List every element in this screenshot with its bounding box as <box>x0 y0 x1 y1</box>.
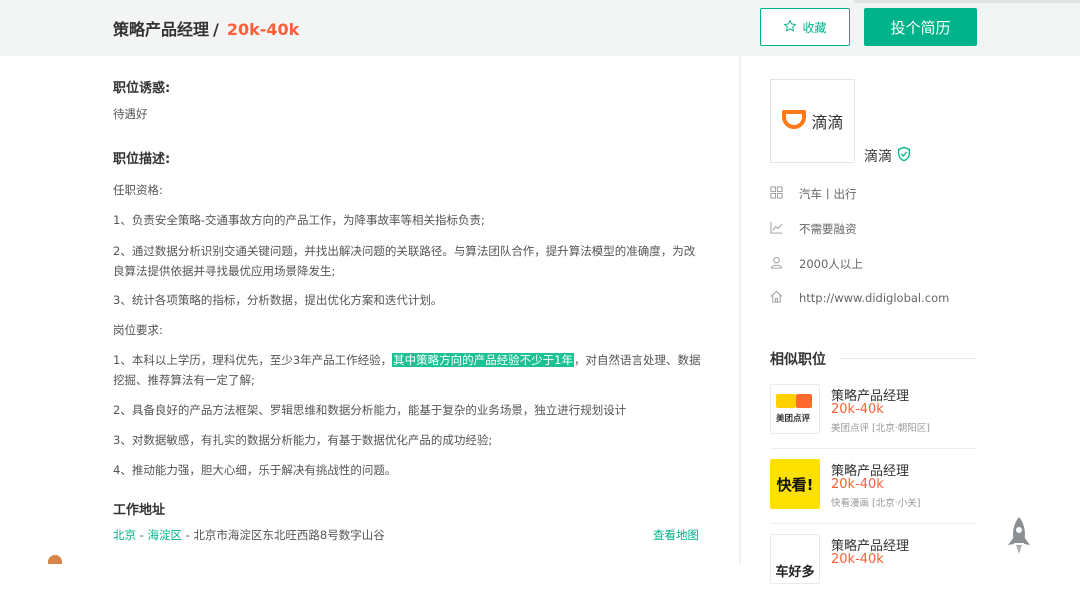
company-funding-row: 不需要融资 <box>770 221 857 237</box>
company-website-link[interactable]: http://www.didiglobal.com <box>799 291 949 305</box>
title-separator: / <box>213 20 219 39</box>
job-title: 策略产品经理 <box>113 20 210 39</box>
similar-job-salary: 20k-40k <box>831 552 884 567</box>
requirement-text: 1、本科以上学历，理科优先，至少3年产品工作经验， <box>113 353 393 367</box>
company-website-row[interactable]: http://www.didiglobal.com <box>770 290 949 306</box>
similar-separator <box>770 523 977 524</box>
didi-logo-icon <box>781 109 807 133</box>
corner-avatar <box>48 555 62 564</box>
company-size-row: 2000人以上 <box>770 256 863 272</box>
person-icon <box>770 256 783 272</box>
header-top-edge <box>854 0 1080 3</box>
company-name: 滴滴 <box>864 149 892 165</box>
address-dash: - <box>136 528 148 542</box>
requirement-item: 4、推动能力强，胆大心细，乐于解决有挑战性的问题。 <box>113 463 397 477</box>
requirement-item: 3、对数据敏感，有扎实的数据分析能力，有基于数据优化产品的成功经验; <box>113 433 493 447</box>
job-salary: 20k-40k <box>226 20 300 39</box>
kuaikan-logo-text: 快看! <box>776 475 814 494</box>
similar-job-card[interactable]: 车好多 策略产品经理 20k-40k <box>770 534 977 609</box>
description-title: 职位描述: <box>113 152 171 167</box>
view-map-link[interactable]: 查看地图 <box>653 527 699 543</box>
company-name-row[interactable]: 滴滴 <box>864 146 912 166</box>
address-district-link[interactable]: 海淀区 <box>147 528 182 542</box>
back-to-top-rocket-icon[interactable] <box>1005 516 1033 556</box>
grid-icon <box>770 186 783 202</box>
address-detail: 北京市海淀区东北旺西路8号数字山谷 <box>193 528 385 542</box>
company-logo-text: 滴滴 <box>811 113 844 132</box>
column-divider <box>739 56 741 564</box>
perk-text: 待遇好 <box>113 107 148 121</box>
qualification-item: 1、负责安全策略-交通事故方向的产品工作，为降事故率等相关指标负责; <box>113 213 485 227</box>
company-industry-row: 汽车丨出行 <box>770 186 857 202</box>
address-city-link[interactable]: 北京 <box>113 528 136 542</box>
requirement-item: 1、本科以上学历，理科优先，至少3年产品工作经验，其中策略方向的产品经验不少于1… <box>113 350 703 390</box>
qualification-item: 3、统计各项策略的指标，分析数据，提出优化方案和迭代计划。 <box>113 293 443 307</box>
similar-jobs-title: 相似职位 <box>770 352 826 368</box>
chehaoduo-logo-text: 车好多 <box>775 564 815 580</box>
similar-job-company: 美团点评 [北京·朝阳区] <box>831 423 930 434</box>
similar-job-salary: 20k-40k <box>831 402 884 417</box>
perk-title: 职位诱惑: <box>113 81 171 96</box>
meituan-logo-icon: 美团点评 <box>770 384 820 434</box>
similar-job-salary: 20k-40k <box>831 477 884 492</box>
home-icon <box>770 290 783 306</box>
company-funding: 不需要融资 <box>799 222 857 236</box>
company-logo[interactable]: 滴滴 <box>770 79 855 163</box>
similar-separator <box>770 448 977 449</box>
work-address-title: 工作地址 <box>113 503 166 518</box>
qualification-heading: 任职资格: <box>113 183 163 197</box>
meituan-logo-text: 美团点评 <box>776 414 811 424</box>
requirement-heading: 岗位要求: <box>113 323 163 337</box>
address-dash: - <box>181 528 194 542</box>
company-size: 2000人以上 <box>799 257 863 271</box>
qualification-item: 2、通过数据分析识别交通关键问题，并找出解决问题的关联路径。与算法团队合作，提升… <box>113 244 696 278</box>
favorite-label: 收藏 <box>802 20 827 35</box>
star-icon <box>783 19 797 36</box>
company-industry: 汽车丨出行 <box>799 187 857 201</box>
verified-shield-icon <box>896 146 912 166</box>
apply-resume-button[interactable]: 投个简历 <box>864 8 977 46</box>
job-title-block: 策略产品经理/ 20k-40k <box>113 16 299 40</box>
favorite-button[interactable]: 收藏 <box>760 8 850 46</box>
work-address: 北京 - 海淀区 - 北京市海淀区东北旺西路8号数字山谷 <box>113 527 385 543</box>
trend-chart-icon <box>770 221 783 237</box>
similar-job-company: 快看漫画 [北京·小关] <box>831 498 921 509</box>
kuaikan-logo-icon: 快看! <box>770 459 820 509</box>
chehaoduo-logo-icon: 车好多 <box>770 534 820 584</box>
similar-title-rule <box>840 358 977 359</box>
highlighted-requirement: 其中策略方向的产品经验不少于1年 <box>392 353 574 367</box>
requirement-item: 2、具备良好的产品方法框架、罗辑思维和数据分析能力，能基于复杂的业务场景，独立进… <box>113 403 627 417</box>
